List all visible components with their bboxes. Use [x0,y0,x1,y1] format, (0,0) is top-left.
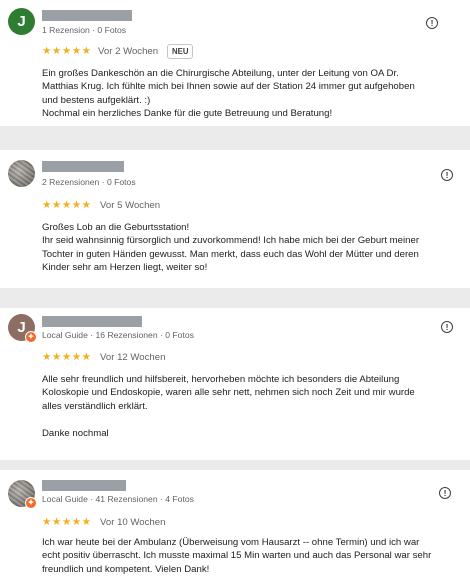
review-text: Ein großes Dankeschön an die Chirurgisch… [42,67,470,121]
review-text-line: Ich war heute bei der Ambulanz (Überweis… [42,537,420,548]
review-text-line [42,413,470,426]
review-text-line: Kinder sehr am Herzen liegt, weiter so! [42,262,208,274]
review-age: Vor 5 Wochen [100,200,161,211]
review-age: Vor 12 Wochen [100,352,166,363]
avatar-letter: J [17,13,26,30]
review-text-line: und bestens aufgeklärt. :) [42,94,151,106]
star-rating: ★★★★★ [42,351,92,363]
avatar[interactable]: J [8,8,35,35]
reviewer-name[interactable] [42,161,124,172]
star-rating: ★★★★★ [42,199,92,211]
review-card: J ✦ Local Guide · 16 Rezensionen · 0 Fot… [0,308,470,460]
review-text-line: Nochmal ein herzliches Danke für die gut… [42,108,333,120]
review-text: Alle sehr freundlich und hilfsbereit, he… [42,373,470,440]
report-icon[interactable]: ! [426,17,438,29]
star-rating: ★★★★★ [42,516,92,528]
review-text-line: Koloskopie und Endoskopie, waren alle se… [42,387,415,399]
report-icon[interactable]: ! [441,169,453,181]
local-guide-badge-icon: ✦ [25,331,37,343]
star-rating: ★★★★★ [42,45,92,57]
review-card: ✦ Local Guide · 41 Rezensionen · 4 Fotos… [0,470,470,588]
review-text: Großes Lob an die Geburtsstation! Ihr se… [42,221,470,275]
report-icon[interactable]: ! [441,321,453,333]
avatar-letter: J [17,319,26,336]
reviewer-name[interactable] [42,480,126,491]
review-text-line: Tochter in guten Händen gewusst. Man mer… [42,248,419,260]
reviewer-meta: Local Guide · 41 Rezensionen · 4 Fotos [42,494,194,504]
review-text: Ich war heute bei der Ambulanz (Überweis… [42,536,470,576]
review-card: 2 Rezensionen · 0 Fotos ! ★★★★★ Vor 5 Wo… [0,150,470,288]
reviewer-name[interactable] [42,316,142,327]
local-guide-badge-icon: ✦ [25,497,37,509]
review-text-line: Alle sehr freundlich und hilfsbereit, he… [42,374,400,385]
reviewer-meta: 2 Rezensionen · 0 Fotos [42,177,136,187]
review-text-line: alles verständlich erklärt. [42,400,148,412]
report-icon[interactable]: ! [439,487,451,499]
review-text-line: Großes Lob an die Geburtsstation! [42,222,190,233]
review-age: Vor 2 Wochen [98,46,159,57]
avatar[interactable] [8,160,35,187]
review-card: J 1 Rezension · 0 Fotos ! ★★★★★ Vor 2 Wo… [0,0,470,126]
review-text-line: Ein großes Dankeschön an die Chirurgisch… [42,68,399,79]
reviewer-meta: 1 Rezension · 0 Fotos [42,25,127,35]
new-badge: NEU [167,44,194,59]
review-text-line: freundlich und kompetent. Vielen Dank! [42,563,210,575]
review-text-line: Danke nochmal [42,427,109,439]
reviewer-name[interactable] [42,10,132,21]
review-text-line: Matthias Krug. Ich fühlte mich bei Ihnen… [42,81,415,93]
reviewer-meta: Local Guide · 16 Rezensionen · 0 Fotos [42,330,194,340]
review-text-line: Ihr seid wahnsinnig fürsorglich und zuvo… [42,235,420,247]
review-age: Vor 10 Wochen [100,517,166,528]
review-text-line: echt positiv überrascht. Ich musste maxi… [42,550,432,562]
